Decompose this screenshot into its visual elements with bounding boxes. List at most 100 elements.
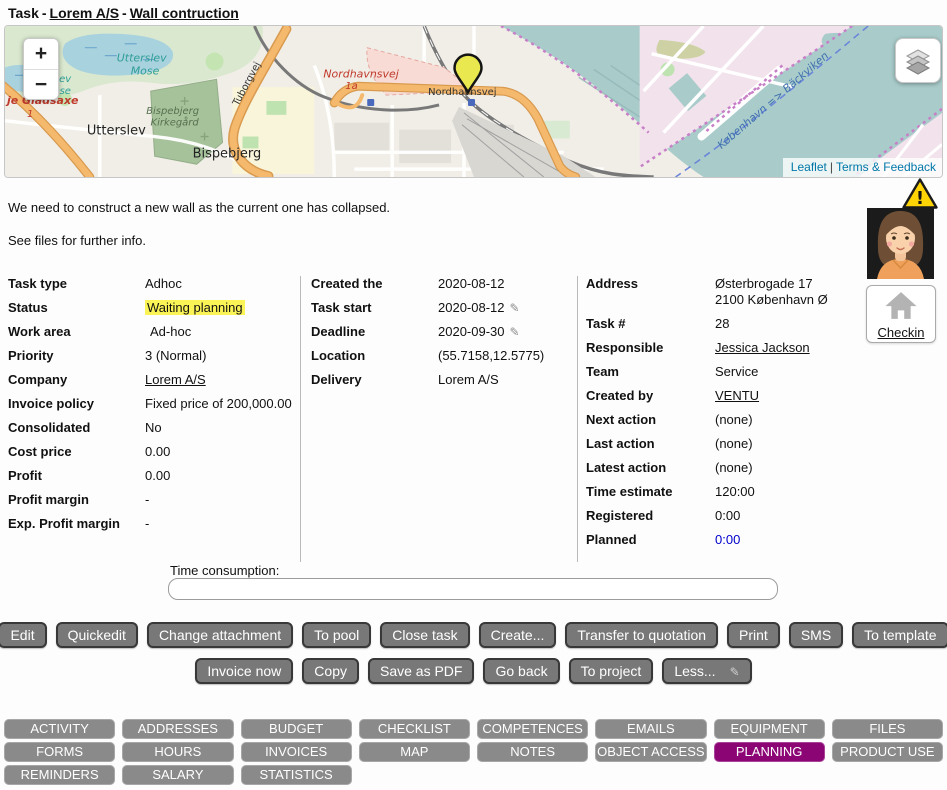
map-attribution: Leaflet|Terms & Feedback — [783, 158, 942, 177]
print-button[interactable]: Print — [727, 622, 780, 648]
action-buttons-row2: Invoice now Copy Save as PDF Go back To … — [0, 658, 947, 684]
field-row-location: Location(55.7158,12.5775) — [311, 348, 577, 364]
edit-button[interactable]: Edit — [0, 622, 47, 648]
tab-object-access[interactable]: OBJECT ACCESS — [595, 742, 706, 762]
status-badge: Waiting planning — [145, 300, 245, 315]
tab-equipment[interactable]: EQUIPMENT — [714, 719, 825, 739]
field-row-work-area: Work areaAd-hoc — [8, 324, 300, 340]
to-pool-button[interactable]: To pool — [302, 622, 371, 648]
time-consumption-input[interactable] — [168, 578, 778, 600]
fields-column-3: AddressØsterbrogade 172100 København Ø T… — [577, 276, 877, 562]
field-row-company: CompanyLorem A/S — [8, 372, 300, 388]
field-row-delivery: DeliveryLorem A/S — [311, 372, 577, 388]
less-button[interactable]: Less...✎ — [662, 658, 751, 684]
tab-hours[interactable]: HOURS — [122, 742, 233, 762]
to-template-button[interactable]: To template — [852, 622, 947, 648]
tab-budget[interactable]: BUDGET — [241, 719, 352, 739]
svg-text:Utterslev: Utterslev — [117, 52, 167, 65]
breadcrumb-root: Task — [8, 5, 39, 21]
save-as-pdf-button[interactable]: Save as PDF — [368, 658, 474, 684]
fields-column-2: Created the2020-08-12 Task start2020-08-… — [300, 276, 577, 562]
create-button[interactable]: Create... — [479, 622, 557, 648]
tab-statistics[interactable]: STATISTICS — [241, 765, 352, 785]
edit-pencil-icon[interactable]: ✎ — [510, 300, 520, 316]
field-row-responsible: ResponsibleJessica Jackson — [586, 340, 877, 356]
address-line2: 2100 København Ø — [715, 292, 877, 308]
breadcrumb-task-link[interactable]: Wall contruction — [130, 5, 239, 21]
task-description-line1: We need to construct a new wall as the c… — [8, 200, 390, 215]
quickedit-button[interactable]: Quickedit — [56, 622, 138, 648]
field-row-latest-action: Latest action(none) — [586, 460, 877, 476]
go-back-button[interactable]: Go back — [483, 658, 559, 684]
tab-reminders[interactable]: REMINDERS — [4, 765, 115, 785]
breadcrumb-separator: - — [119, 5, 130, 21]
responsible-link[interactable]: Jessica Jackson — [715, 340, 810, 355]
svg-text:Nordhavnsvej: Nordhavnsvej — [323, 67, 399, 80]
warning-icon[interactable]: ! — [901, 177, 939, 210]
edit-pencil-icon[interactable]: ✎ — [510, 324, 520, 340]
leaflet-link[interactable]: Leaflet — [791, 160, 827, 174]
close-task-button[interactable]: Close task — [380, 622, 469, 648]
field-row-address: AddressØsterbrogade 172100 København Ø — [586, 276, 877, 308]
tab-planning[interactable]: PLANNING — [714, 742, 825, 762]
tab-activity[interactable]: ACTIVITY — [4, 719, 115, 739]
created-by-link[interactable]: VENTU — [715, 388, 759, 403]
svg-text:Mose: Mose — [131, 64, 160, 77]
field-row-cost-price: Cost price0.00 — [8, 444, 300, 460]
field-row-created-the: Created the2020-08-12 — [311, 276, 577, 292]
tab-emails[interactable]: EMAILS — [595, 719, 706, 739]
breadcrumb-company-link[interactable]: Lorem A/S — [50, 5, 120, 21]
company-link[interactable]: Lorem A/S — [145, 372, 206, 387]
terms-feedback-link[interactable]: Terms & Feedback — [836, 160, 936, 174]
tab-product-use[interactable]: PRODUCT USE — [832, 742, 943, 762]
change-attachment-button[interactable]: Change attachment — [147, 622, 293, 648]
address-line1: Østerbrogade 17 — [715, 276, 877, 292]
tab-competences[interactable]: COMPETENCES — [477, 719, 588, 739]
sms-button[interactable]: SMS — [789, 622, 843, 648]
tab-forms[interactable]: FORMS — [4, 742, 115, 762]
zoom-in-button[interactable]: + — [24, 39, 58, 69]
edit-pencil-icon: ✎ — [730, 665, 740, 679]
invoice-now-button[interactable]: Invoice now — [195, 658, 293, 684]
tab-invoices[interactable]: INVOICES — [241, 742, 352, 762]
task-fields: Task typeAdhoc StatusWaiting planning Wo… — [8, 276, 877, 562]
map-zoom-control: + − — [23, 38, 59, 100]
transfer-to-quotation-button[interactable]: Transfer to quotation — [565, 622, 718, 648]
leaflet-map[interactable]: Utterslev Mose erslev Mose je Gladsaxe 1… — [4, 25, 943, 178]
tab-addresses[interactable]: ADDRESSES — [122, 719, 233, 739]
svg-text:1: 1 — [27, 109, 33, 120]
task-detail-page: Task-Lorem A/S-Wall contruction — [0, 0, 947, 790]
tab-salary[interactable]: SALARY — [122, 765, 233, 785]
field-row-task-start: Task start2020-08-12✎ — [311, 300, 577, 316]
field-row-consolidated: ConsolidatedNo — [8, 420, 300, 436]
planned-link[interactable]: 0:00 — [715, 532, 740, 547]
fields-column-1: Task typeAdhoc StatusWaiting planning Wo… — [8, 276, 300, 562]
field-row-planned: Planned0:00 — [586, 532, 877, 548]
home-icon — [883, 290, 919, 320]
field-row-task-number: Task #28 — [586, 316, 877, 332]
tab-files[interactable]: FILES — [832, 719, 943, 739]
field-row-priority: Priority3 (Normal) — [8, 348, 300, 364]
field-row-created-by: Created byVENTU — [586, 388, 877, 404]
time-consumption-label: Time consumption: — [170, 563, 279, 578]
field-row-team: TeamService — [586, 364, 877, 380]
field-row-exp-profit-margin: Exp. Profit margin- — [8, 516, 300, 532]
field-row-time-estimate: Time estimate120:00 — [586, 484, 877, 500]
tab-notes[interactable]: NOTES — [477, 742, 588, 762]
breadcrumb: Task-Lorem A/S-Wall contruction — [8, 5, 239, 21]
field-row-invoice-policy: Invoice policyFixed price of 200,000.00 — [8, 396, 300, 412]
svg-text:Bispebjerg: Bispebjerg — [193, 146, 262, 161]
map-tiles: Utterslev Mose erslev Mose je Gladsaxe 1… — [5, 26, 942, 177]
tab-map[interactable]: MAP — [359, 742, 470, 762]
zoom-out-button[interactable]: − — [24, 69, 58, 99]
map-layers-button[interactable] — [895, 38, 941, 83]
field-row-profit: Profit0.00 — [8, 468, 300, 484]
tab-checklist[interactable]: CHECKLIST — [359, 719, 470, 739]
to-project-button[interactable]: To project — [569, 658, 654, 684]
field-row-last-action: Last action(none) — [586, 436, 877, 452]
svg-text:Kirkegård: Kirkegård — [151, 116, 200, 129]
copy-button[interactable]: Copy — [302, 658, 359, 684]
responsible-avatar — [867, 208, 934, 279]
action-buttons-row1: Edit Quickedit Change attachment To pool… — [0, 622, 947, 648]
field-row-next-action: Next action(none) — [586, 412, 877, 428]
